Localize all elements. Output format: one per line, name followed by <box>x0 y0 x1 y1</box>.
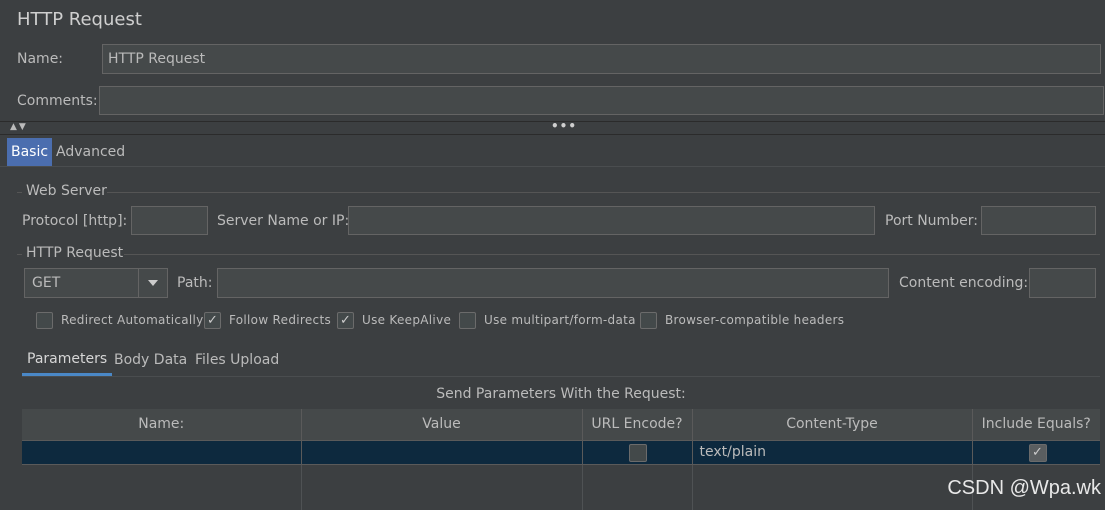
protocol-input[interactable] <box>131 206 208 235</box>
tab-basic[interactable]: Basic <box>7 138 53 166</box>
watermark-text: CSDN @Wpa.wk <box>947 477 1101 499</box>
cell-include-equals[interactable]: ✓ <box>972 440 1100 465</box>
column-divider <box>582 465 583 510</box>
redirect-automatically-checkbox[interactable] <box>36 312 53 329</box>
table-row[interactable]: text/plain ✓ <box>22 440 1100 465</box>
tab-parameters[interactable]: Parameters <box>22 345 113 376</box>
name-label: Name: <box>17 51 64 67</box>
encoding-label: Content encoding: <box>899 275 1029 291</box>
http-request-title: HTTP Request <box>26 245 124 261</box>
tab-body-data[interactable]: Body Data <box>110 345 191 375</box>
browser-headers-label: Browser-compatible headers <box>665 313 845 327</box>
name-input[interactable]: HTTP Request <box>102 44 1101 74</box>
cell-url-encode[interactable] <box>582 440 693 465</box>
group-border <box>107 192 1100 193</box>
drag-handle-icon[interactable]: ••• <box>551 119 577 133</box>
follow-redirects-label: Follow Redirects <box>229 313 331 327</box>
port-input[interactable] <box>981 206 1096 235</box>
group-border <box>17 192 22 193</box>
server-label: Server Name or IP: <box>217 213 350 229</box>
port-label: Port Number: <box>885 213 978 229</box>
column-header-include-equals[interactable]: Include Equals? <box>972 409 1100 441</box>
method-value: GET <box>32 275 61 291</box>
method-dropdown-button[interactable] <box>138 269 167 297</box>
params-caption: Send Parameters With the Request: <box>436 386 686 402</box>
browser-headers-checkbox[interactable] <box>640 312 657 329</box>
url-encode-checkbox[interactable] <box>628 443 647 462</box>
chevron-down-icon <box>148 280 158 286</box>
protocol-label: Protocol [http]: <box>22 213 128 229</box>
cell-name[interactable] <box>22 440 302 465</box>
tab-files-upload[interactable]: Files Upload <box>191 345 283 375</box>
multipart-checkbox[interactable] <box>459 312 476 329</box>
follow-redirects-checkbox[interactable]: ✓ <box>204 312 221 329</box>
multipart-label: Use multipart/form-data <box>484 313 636 327</box>
group-border <box>124 254 1100 255</box>
subtab-separator <box>22 376 1100 377</box>
comments-input[interactable] <box>99 86 1104 115</box>
redirect-automatically-label: Redirect Automatically <box>61 313 204 327</box>
column-header-url-encode[interactable]: URL Encode? <box>582 409 693 441</box>
collapse-arrows-icon[interactable]: ▲▼ <box>10 122 28 132</box>
column-divider <box>692 465 693 510</box>
column-header-value[interactable]: Value <box>301 409 583 441</box>
use-keepalive-label: Use KeepAlive <box>362 313 452 327</box>
table-header-row: Name: Value URL Encode? Content-Type Inc… <box>22 409 1100 441</box>
path-label: Path: <box>177 275 213 291</box>
window-title: HTTP Request <box>17 9 142 30</box>
cell-value[interactable] <box>301 440 583 465</box>
comments-label: Comments: <box>17 93 98 109</box>
server-input[interactable] <box>348 206 875 235</box>
include-equals-checkbox[interactable]: ✓ <box>1028 443 1047 462</box>
column-divider <box>301 465 302 510</box>
encoding-input[interactable] <box>1029 268 1096 298</box>
tab-separator <box>0 166 1105 167</box>
group-border <box>17 254 22 255</box>
column-header-content-type[interactable]: Content-Type <box>692 409 973 441</box>
tab-advanced[interactable]: Advanced <box>52 138 129 166</box>
web-server-title: Web Server <box>26 183 107 199</box>
path-input[interactable] <box>217 268 889 298</box>
column-header-name[interactable]: Name: <box>22 409 302 441</box>
cell-content-type[interactable]: text/plain <box>692 440 973 465</box>
method-select[interactable]: GET <box>24 268 168 298</box>
use-keepalive-checkbox[interactable]: ✓ <box>337 312 354 329</box>
params-table[interactable]: Name: Value URL Encode? Content-Type Inc… <box>22 409 1100 465</box>
